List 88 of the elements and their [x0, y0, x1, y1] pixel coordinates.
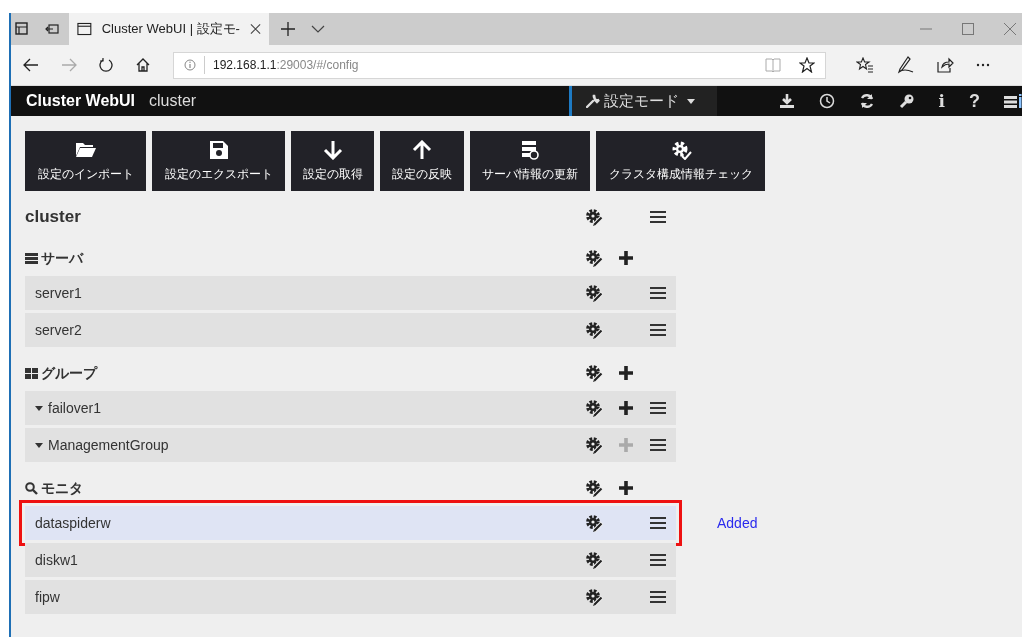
menu-icon[interactable]	[650, 438, 666, 452]
key-icon[interactable]	[898, 93, 915, 109]
cluster-title: cluster	[25, 206, 81, 229]
menu-icon[interactable]	[650, 210, 666, 224]
caret-down-icon[interactable]	[35, 405, 43, 411]
row-name: ManagementGroup	[48, 435, 169, 455]
star-icon[interactable]	[799, 57, 815, 73]
list-icon[interactable]	[1004, 93, 1022, 109]
arrow-up-icon	[411, 139, 433, 160]
home-icon[interactable]	[135, 57, 151, 73]
tab-preview-icon[interactable]	[15, 22, 29, 36]
gear-edit-icon[interactable]	[585, 363, 603, 383]
share-icon[interactable]	[936, 57, 954, 73]
server-icon	[519, 139, 541, 160]
gear-edit-icon[interactable]	[585, 320, 603, 340]
forward-icon	[61, 58, 77, 72]
gear-edit-icon[interactable]	[585, 248, 603, 268]
maximize-icon[interactable]	[962, 23, 974, 35]
gear-edit-icon[interactable]	[585, 478, 603, 498]
refresh-icon[interactable]	[99, 57, 113, 73]
page-icon	[77, 22, 92, 36]
list-row[interactable]: server2	[25, 313, 676, 347]
section-title: サーバ	[41, 248, 83, 268]
toolbar-button[interactable]: 設定の反映	[380, 131, 464, 191]
status-label: Added	[717, 513, 758, 533]
plus-icon[interactable]	[619, 251, 633, 265]
pen-icon[interactable]	[896, 56, 914, 74]
row-name: dataspiderw	[35, 513, 111, 533]
back-icon[interactable]	[23, 58, 39, 72]
section-title: モニタ	[41, 478, 83, 498]
gear-edit-icon[interactable]	[585, 513, 603, 533]
list-row[interactable]: ManagementGroup	[25, 428, 676, 462]
download-icon[interactable]	[778, 93, 795, 109]
address-field[interactable]: 192.168.1.1:29003/#/config	[173, 51, 826, 79]
toolbar-button[interactable]: クラスタ構成情報チェック	[596, 131, 765, 191]
chevron-down-icon[interactable]	[311, 25, 325, 33]
favorites-icon[interactable]	[856, 57, 874, 73]
server-icon	[25, 251, 38, 265]
toolbar-button[interactable]: 設定の取得	[291, 131, 374, 191]
toolbar-button[interactable]: サーバ情報の更新	[470, 131, 590, 191]
caret-icon	[687, 98, 696, 104]
plus-icon[interactable]	[619, 366, 633, 380]
gear-edit-icon[interactable]	[585, 587, 603, 607]
info-icon	[184, 59, 196, 71]
plus-icon[interactable]	[619, 401, 633, 415]
help-icon[interactable]: ?	[969, 92, 980, 110]
gear-edit-icon[interactable]	[585, 398, 603, 418]
gear-edit-icon[interactable]	[585, 435, 603, 455]
menu-icon[interactable]	[650, 553, 666, 567]
cluster-name: cluster	[149, 91, 197, 111]
list-row[interactable]: fipw	[25, 580, 676, 614]
gear-edit-icon[interactable]	[585, 550, 603, 570]
list-row[interactable]: server1	[25, 276, 676, 310]
app-brand: Cluster WebUI	[26, 91, 136, 111]
search-icon	[25, 481, 38, 495]
gear-edit-icon[interactable]	[585, 207, 603, 227]
menu-icon[interactable]	[650, 516, 666, 530]
info-icon[interactable]: i	[938, 92, 945, 110]
menu-icon[interactable]	[650, 286, 666, 300]
tab-title: Cluster WebUI | 設定モ-	[101, 20, 240, 39]
close-icon[interactable]	[1004, 23, 1016, 35]
toolbar-button[interactable]: 設定のインポート	[25, 131, 146, 191]
menu-icon[interactable]	[650, 323, 666, 337]
grid-icon	[25, 366, 38, 380]
row-name: failover1	[48, 398, 101, 418]
wrench-icon	[586, 94, 601, 108]
row-name: fipw	[35, 587, 60, 607]
close-icon[interactable]	[249, 23, 261, 35]
url-text: 192.168.1.1:29003/#/config	[204, 56, 359, 74]
row-name: server2	[35, 320, 82, 340]
browser-tab[interactable]: Cluster WebUI | 設定モ-	[69, 13, 269, 45]
menu-icon[interactable]	[650, 590, 666, 604]
row-name: server1	[35, 283, 82, 303]
plus-icon[interactable]	[619, 481, 633, 495]
row-name: diskw1	[35, 550, 78, 570]
arrow-down-icon	[321, 139, 344, 160]
clock-icon[interactable]	[818, 93, 835, 109]
refresh-icon[interactable]	[858, 93, 875, 109]
list-row[interactable]: diskw1	[25, 543, 676, 577]
new-tab-icon[interactable]	[281, 22, 295, 36]
list-row[interactable]: failover1	[25, 391, 676, 425]
more-icon[interactable]	[976, 63, 990, 67]
caret-down-icon[interactable]	[35, 442, 43, 448]
mode-dropdown[interactable]: 設定モード	[569, 86, 717, 116]
toolbar-button[interactable]: 設定のエクスポート	[152, 131, 285, 191]
section-title: グループ	[41, 363, 97, 383]
menu-icon[interactable]	[650, 401, 666, 415]
gear-edit-icon[interactable]	[585, 283, 603, 303]
